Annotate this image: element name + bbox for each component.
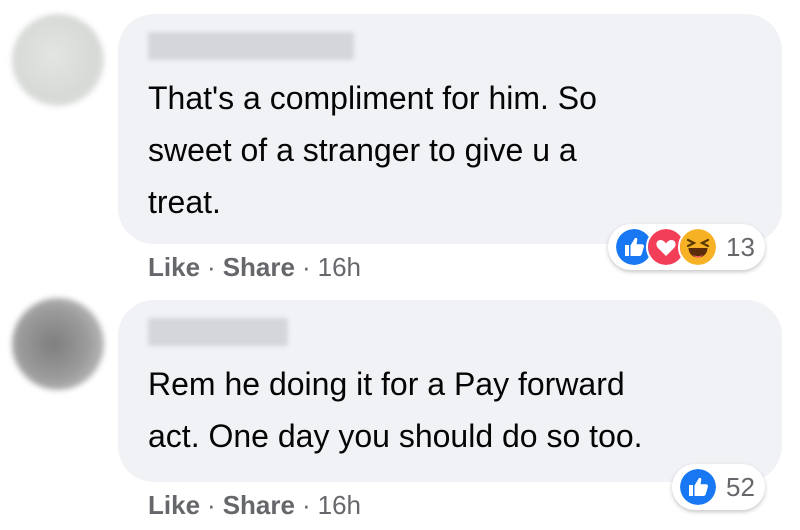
share-button[interactable]: Share: [223, 490, 295, 521]
author-name[interactable]: [148, 32, 354, 60]
separator-dot: ·: [301, 251, 311, 282]
comment-2: Rem he doing it for a Pay forward act. O…: [0, 290, 800, 530]
haha-icon: [678, 227, 718, 267]
avatar[interactable]: [12, 298, 104, 390]
comment-text: Rem he doing it for a Pay forward act. O…: [148, 366, 643, 454]
timestamp[interactable]: 16h: [318, 252, 361, 283]
like-button[interactable]: Like: [148, 252, 200, 283]
avatar[interactable]: [12, 14, 104, 106]
comment-actions: Like · Share · 16h: [148, 486, 361, 524]
reaction-summary[interactable]: 13: [608, 224, 765, 270]
comment-text: That's a compliment for him. So sweet of…: [148, 80, 597, 220]
reaction-summary[interactable]: 52: [672, 464, 765, 510]
like-icon: [678, 467, 718, 507]
separator-dot: ·: [207, 251, 216, 282]
comment-1: That's a compliment for him. So sweet of…: [0, 0, 800, 290]
reaction-count: 52: [726, 471, 755, 502]
share-button[interactable]: Share: [223, 252, 295, 283]
separator-dot: ·: [301, 489, 311, 520]
author-name[interactable]: [148, 318, 288, 346]
reaction-count: 13: [726, 231, 755, 262]
like-button[interactable]: Like: [148, 490, 200, 521]
separator-dot: ·: [207, 489, 216, 520]
comment-actions: Like · Share · 16h: [148, 248, 361, 286]
timestamp[interactable]: 16h: [318, 490, 361, 521]
